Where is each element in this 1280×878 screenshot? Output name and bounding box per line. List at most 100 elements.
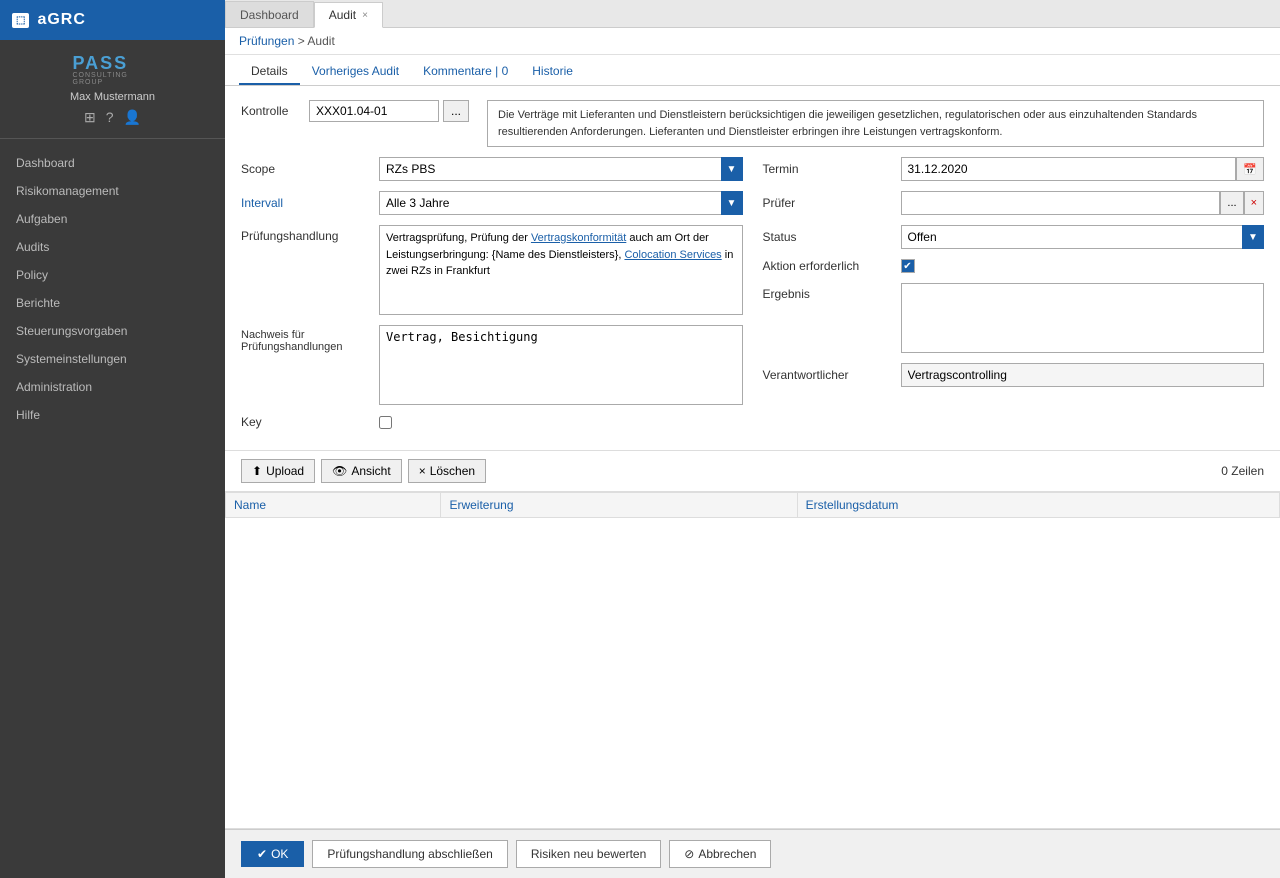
status-select[interactable]: Offen [901,225,1265,249]
sidebar-item-administration[interactable]: Administration [0,373,225,401]
upload-icon: ⬆ [252,464,262,478]
sub-tab-vorheriges-audit[interactable]: Vorheriges Audit [300,59,411,85]
pruefer-row: Prüfer ... × [763,191,1265,215]
pruefungshandlung-label: Prüfungshandlung [241,225,371,243]
key-checkbox[interactable] [379,416,392,429]
risiken-button[interactable]: Risiken neu bewerten [516,840,661,868]
tab-close-icon[interactable]: × [362,10,368,21]
sub-tab-details[interactable]: Details [239,59,300,85]
upload-button[interactable]: ⬆ Upload [241,459,315,483]
logo-icon: ⬚ [16,15,25,26]
zeilen-count: 0 Zeilen [1221,464,1264,478]
ansicht-button[interactable]: 👁 Ansicht [321,459,402,483]
pruefungshandlung-content: Vertragsprüfung, Prüfung der Vertragskon… [379,225,743,315]
sidebar-header: ⬚ aGRC [0,0,225,40]
key-row: Key [241,415,743,429]
status-row: Status Offen ▼ [763,225,1265,249]
status-select-wrapper: Offen ▼ [901,225,1265,249]
grid-icon[interactable]: ⊞ [84,109,96,126]
termin-input[interactable] [901,157,1237,181]
sidebar-item-policy[interactable]: Policy [0,261,225,289]
sub-tab-historie[interactable]: Historie [520,59,585,85]
kontrolle-label: Kontrolle [241,100,301,118]
logo-box: ⬚ [12,13,29,28]
breadcrumb: Prüfungen > Audit [225,28,1280,55]
sidebar-item-audits[interactable]: Audits [0,233,225,261]
breadcrumb-parent[interactable]: Prüfungen [239,34,294,48]
kontrolle-dots-button[interactable]: ... [443,100,469,122]
company-name: PASS [73,54,153,72]
help-icon[interactable]: ? [106,109,114,126]
scope-row: Scope RZs PBS ▼ [241,157,743,181]
scope-select[interactable]: RZs PBS [379,157,743,181]
colocation-link[interactable]: Colocation Services [624,249,721,261]
termin-label: Termin [763,162,893,176]
sub-tabs: Details Vorheriges Audit Kommentare | 0 … [225,55,1280,86]
ok-check-icon: ✔ [257,847,267,861]
tab-dashboard[interactable]: Dashboard [225,1,314,27]
abbrechen-button[interactable]: ⊘ Abbrechen [669,840,771,868]
ergebnis-textarea[interactable] [901,283,1265,353]
pruefer-dots-button[interactable]: ... [1220,191,1243,215]
two-col-layout: Scope RZs PBS ▼ Intervall Alle 3 Jahre [241,157,1264,439]
sidebar-item-hilfe[interactable]: Hilfe [0,401,225,429]
sidebar-item-systemeinstellungen[interactable]: Systemeinstellungen [0,345,225,373]
sidebar-item-berichte[interactable]: Berichte [0,289,225,317]
kontrolle-input-group: ... [309,100,469,122]
aktion-label: Aktion erforderlich [763,259,893,273]
tab-audit[interactable]: Audit × [314,2,383,28]
termin-input-group: 📅 [901,157,1265,181]
bottom-bar: ✔ OK Prüfungshandlung abschließen Risike… [225,829,1280,878]
action-bar: ⬆ Upload 👁 Ansicht × Löschen 0 Zeilen [225,450,1280,492]
delete-icon: × [419,464,426,478]
company-subtitle: CONSULTING GROUP [73,72,153,86]
aktion-checkbox[interactable]: ✔ [901,259,915,273]
col-left: Scope RZs PBS ▼ Intervall Alle 3 Jahre [241,157,743,439]
verantwortlicher-input[interactable] [901,363,1265,387]
tab-bar: Dashboard Audit × [225,0,1280,28]
vertragskonformitat-link[interactable]: Vertragskonformität [531,232,626,244]
verantwortlicher-label: Verantwortlicher [763,368,893,382]
ergebnis-label: Ergebnis [763,283,893,301]
kontrolle-description: Die Verträge mit Lieferanten und Dienstl… [487,100,1264,147]
intervall-row: Intervall Alle 3 Jahre ▼ [241,191,743,215]
col-header-erweiterung: Erweiterung [441,493,797,518]
sidebar-item-dashboard[interactable]: Dashboard [0,149,225,177]
sidebar-nav: Dashboard Risikomanagement Aufgaben Audi… [0,139,225,878]
termin-row: Termin 📅 [763,157,1265,181]
kontrolle-input[interactable] [309,100,439,122]
intervall-select[interactable]: Alle 3 Jahre [379,191,743,215]
intervall-select-wrapper: Alle 3 Jahre ▼ [379,191,743,215]
col-header-erstellungsdatum: Erstellungsdatum [797,493,1279,518]
sidebar-item-aufgaben[interactable]: Aufgaben [0,205,225,233]
pruefer-label: Prüfer [763,196,893,210]
user-icon[interactable]: 👤 [124,109,141,126]
breadcrumb-current: Audit [307,34,334,48]
abbrechen-icon: ⊘ [684,847,694,861]
scope-select-wrapper: RZs PBS ▼ [379,157,743,181]
status-label: Status [763,230,893,244]
pruefungshandlung-row: Prüfungshandlung Vertragsprüfung, Prüfun… [241,225,743,315]
col-right: Termin 📅 Prüfer ... × [763,157,1265,439]
sidebar-item-risikomanagement[interactable]: Risikomanagement [0,177,225,205]
eye-icon: 👁 [332,464,347,478]
intervall-label: Intervall [241,196,371,210]
aktion-row: Aktion erforderlich ✔ [763,259,1265,273]
termin-calendar-button[interactable]: 📅 [1236,157,1264,181]
loeschen-button[interactable]: × Löschen [408,459,486,483]
ok-button[interactable]: ✔ OK [241,841,304,867]
user-name: Max Mustermann [70,91,155,103]
pruefer-input[interactable] [901,191,1221,215]
nachweis-textarea[interactable]: Vertrag, Besichtigung [379,325,743,405]
verantwortlicher-row: Verantwortlicher [763,363,1265,387]
key-label: Key [241,415,371,429]
sub-tab-kommentare[interactable]: Kommentare | 0 [411,59,520,85]
company-logo: PASS CONSULTING GROUP [73,52,153,87]
user-area: PASS CONSULTING GROUP Max Mustermann ⊞ ?… [0,40,225,139]
file-table: Name Erweiterung Erstellungsdatum [225,492,1280,518]
pruefung-abschliessen-button[interactable]: Prüfungshandlung abschließen [312,840,507,868]
form-area: Kontrolle ... Die Verträge mit Lieferant… [225,86,1280,450]
main-content: Dashboard Audit × Prüfungen > Audit Deta… [225,0,1280,878]
sidebar-item-steuerungsvorgaben[interactable]: Steuerungsvorgaben [0,317,225,345]
pruefer-clear-button[interactable]: × [1244,191,1264,215]
